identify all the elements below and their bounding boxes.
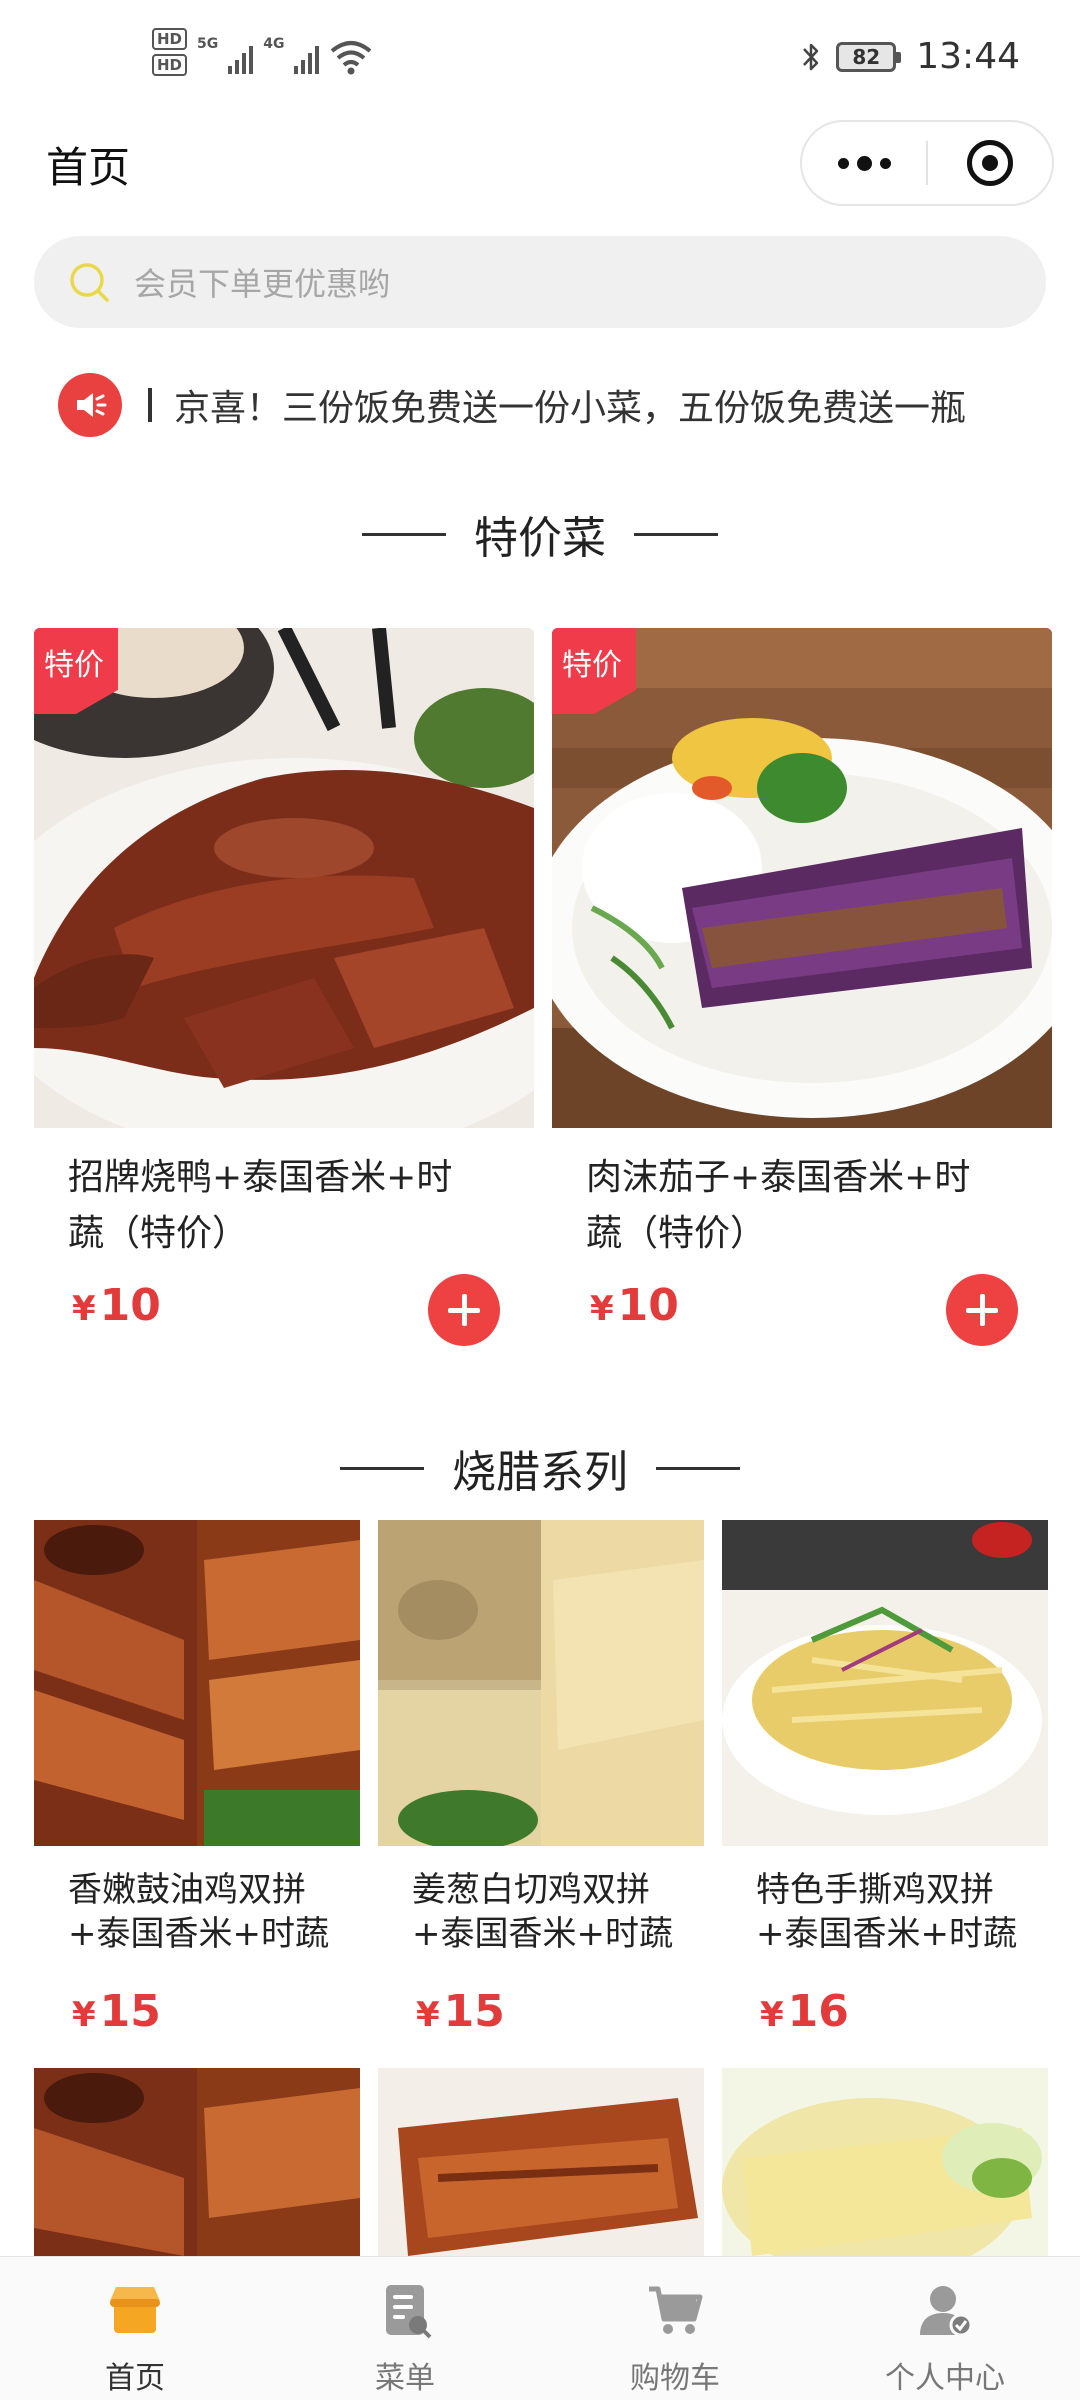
currency-symbol: ¥ [760,1995,784,2035]
page-title: 首页 [46,143,131,192]
section-title-special: 特价菜 [474,513,606,564]
dish-image-white-chicken [722,2068,1048,2256]
user-icon [920,2286,973,2337]
header-line-left [362,532,446,536]
add-to-cart-button[interactable] [428,1274,500,1346]
dish-price: ¥16 [760,1986,1048,2037]
notice-text: 京喜！三份饭免费送一份小菜，五份饭免费送一瓶 [174,388,967,429]
section-header-roast: 烧腊系列 [0,1436,1080,1500]
currency-symbol: ¥ [72,1289,96,1329]
dish-price: ¥15 [416,1986,704,2037]
more-icon [837,155,891,171]
close-mini-program-button[interactable] [928,122,1052,204]
signal-icon [228,44,254,74]
search-placeholder: 会员下单更优惠哟 [134,265,391,303]
notice-divider [148,388,152,422]
speaker-icon [58,373,122,437]
notice-bar[interactable]: 京喜！三份饭免费送一份小菜，五份饭免费送一瓶 [58,372,1024,438]
dish-image-roast-duck: 特价 [34,628,534,1128]
dish-name: 香嫩鼓油鸡双拼+泰国香米+时蔬 [68,1870,329,1954]
header-line-right [634,532,718,536]
section-title-roast: 烧腊系列 [452,1447,628,1498]
tab-home[interactable]: 首页 [0,2257,270,2400]
price-value: 16 [787,1986,849,2037]
section-header-special: 特价菜 [0,502,1080,566]
price-value: 10 [617,1280,679,1331]
dish-card[interactable]: 姜葱白切鸡双拼+泰国香米+时蔬 ¥15 [378,1520,704,2037]
signal-icon-2 [294,44,320,74]
dish-image-ginger-chicken [378,1520,704,1846]
dish-name: 特色手撕鸡双拼+泰国香米+时蔬 [756,1870,1017,1954]
tab-profile[interactable]: 个人中心 [810,2257,1080,2400]
dish-image-roast-goose [378,2068,704,2256]
dish-card[interactable] [722,2068,1048,2256]
network-5g-label: 5G [197,36,219,52]
battery-indicator: 82 [836,41,902,72]
search-bar[interactable]: 会员下单更优惠哟 [34,236,1046,328]
currency-symbol: ¥ [416,1995,440,2035]
price-value: 10 [99,1280,161,1331]
bottom-tab-bar: 首页 菜单 购物车 个人中心 [0,2256,1080,2400]
clock: 13:44 [916,36,1020,77]
target-icon [966,140,1013,186]
tab-label: 购物车 [630,2361,720,2396]
dish-card[interactable]: 香嫩鼓油鸡双拼+泰国香米+时蔬 ¥15 [34,1520,360,2037]
dish-name: 招牌烧鸭+泰国香米+时蔬（特价） [68,1157,453,1254]
dish-image-roast-chicken [34,2068,360,2256]
dish-image-shredded-chicken [722,1520,1048,1846]
price-value: 15 [99,1986,161,2037]
tab-label: 菜单 [375,2361,435,2396]
dish-card[interactable] [34,2068,360,2256]
currency-symbol: ¥ [590,1289,614,1329]
add-to-cart-button[interactable] [946,1274,1018,1346]
dish-name: 肉沫茄子+泰国香米+时蔬（特价） [586,1157,971,1254]
cart-icon [649,2286,703,2334]
header-line-right [656,1466,740,1470]
dish-price: ¥10 [72,1280,161,1331]
header-line-left [340,1466,424,1470]
status-right: 82 13:44 [800,36,1020,77]
store-icon [110,2287,160,2333]
dish-image-soy-chicken [34,1520,360,1846]
special-item-card[interactable]: 特价 肉沫茄子+泰国香米+时蔬（特价） ¥10 [552,628,1052,1346]
mini-program-capsule [800,120,1054,206]
plus-icon-vertical [461,1294,467,1326]
status-bar: HD HD 5G 4G 82 13:44 [0,0,1080,116]
menu-icon [386,2285,432,2339]
search-icon [70,263,109,302]
bluetooth-icon [803,43,819,70]
dish-price: ¥10 [590,1280,679,1331]
tab-label: 个人中心 [885,2361,1005,2396]
tab-label: 首页 [105,2361,165,2396]
network-4g-label: 4G [263,36,285,52]
battery-level: 82 [852,44,881,69]
hd-badge-1: HD [152,28,188,50]
dish-name: 姜葱白切鸡双拼+泰国香米+时蔬 [412,1870,673,1954]
price-value: 15 [443,1986,505,2037]
dish-card[interactable]: 特色手撕鸡双拼+泰国香米+时蔬 ¥16 [722,1520,1048,2037]
special-item-card[interactable]: 特价 招牌烧鸭+泰国香米+时蔬（特价） ¥10 [34,628,534,1346]
dish-image-eggplant: 特价 [552,628,1052,1128]
plus-icon-vertical [979,1294,985,1326]
signal-group: HD HD 5G 4G [152,28,373,76]
dish-price: ¥15 [72,1986,360,2037]
more-button[interactable] [802,122,926,204]
tab-menu[interactable]: 菜单 [270,2257,540,2400]
wifi-icon [331,41,372,75]
navigation-bar: 首页 [0,116,1080,212]
hd-badge-2: HD [152,54,188,76]
tab-cart[interactable]: 购物车 [540,2257,810,2400]
dish-card[interactable] [378,2068,704,2256]
currency-symbol: ¥ [72,1995,96,2035]
